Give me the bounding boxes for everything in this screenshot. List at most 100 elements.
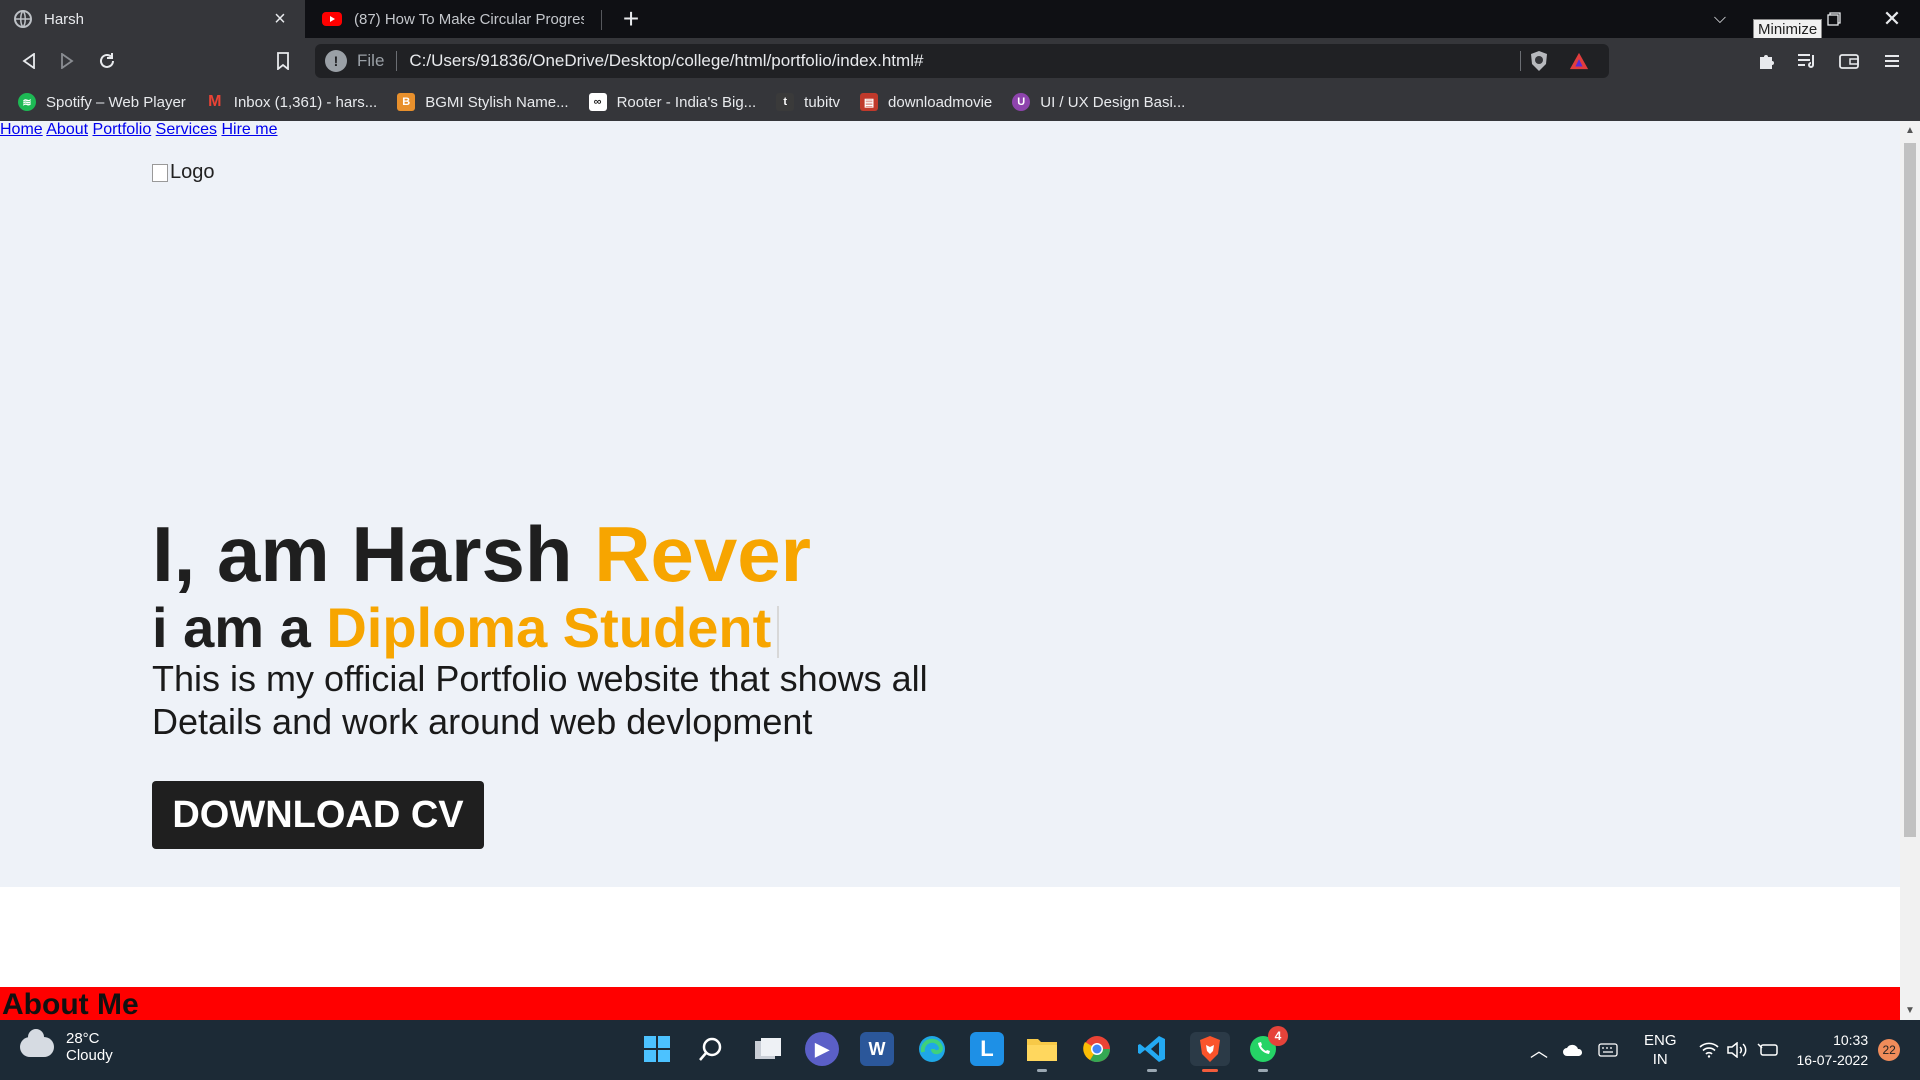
rooter-icon: ∞	[588, 93, 607, 111]
weather-widget[interactable]: 28°C Cloudy	[20, 1029, 113, 1064]
start-button[interactable]	[640, 1032, 674, 1066]
tab-search-chevron-icon[interactable]: ⌵	[1692, 0, 1748, 38]
active-indicator	[1202, 1069, 1218, 1072]
edge-icon[interactable]	[915, 1032, 949, 1066]
edge-logo	[919, 1036, 945, 1062]
bookmark-button[interactable]	[268, 46, 298, 76]
tubitv-icon: t	[776, 93, 795, 111]
tab-divider	[601, 10, 602, 30]
scrollbar-thumb[interactable]	[1904, 143, 1916, 837]
about-section-header: About Me	[0, 987, 1900, 1020]
volume-icon[interactable]	[1726, 1042, 1749, 1058]
clock[interactable]: 10:33 16-07-2022	[1797, 1030, 1869, 1070]
bgmi-icon: B	[397, 93, 416, 111]
bookmark-label: downloadmovie	[888, 93, 993, 111]
youtube-icon	[322, 12, 342, 26]
bookmark-icon	[277, 52, 289, 70]
running-indicator	[1037, 1069, 1047, 1072]
lang-code: ENG	[1644, 1032, 1677, 1049]
nav-services[interactable]: Services	[156, 121, 217, 138]
close-tab-icon[interactable]: ×	[269, 8, 291, 31]
notification-badge[interactable]: 22	[1878, 1039, 1901, 1061]
restore-button[interactable]	[1806, 0, 1862, 38]
weather-condition: Cloudy	[66, 1047, 113, 1064]
reload-icon	[100, 53, 114, 68]
bookmark-tubitv[interactable]: t tubitv	[776, 93, 840, 111]
extensions-button[interactable]	[1752, 46, 1782, 76]
scheme-label: File	[357, 51, 385, 70]
tab-youtube[interactable]: (87) How To Make Circular Progress Ba	[308, 0, 598, 38]
chevron-up-icon[interactable]: ︿	[1530, 1037, 1548, 1063]
brave-shield-icon[interactable]	[1529, 50, 1549, 72]
nav-hire-me[interactable]: Hire me	[221, 121, 277, 138]
nav-portfolio[interactable]: Portfolio	[93, 121, 152, 138]
onedrive-icon[interactable]	[1562, 1043, 1584, 1057]
close-window-button[interactable]: ✕	[1864, 0, 1920, 38]
teams-chat-icon[interactable]: ▶	[805, 1032, 839, 1066]
windows-taskbar: 28°C Cloudy ▶ W L 4 ︿ ENG IN 10:33 16-07…	[0, 1020, 1920, 1080]
keyboard-icon[interactable]	[1598, 1043, 1618, 1057]
whatsapp-badge: 4	[1268, 1026, 1288, 1046]
wallet-button[interactable]	[1834, 46, 1864, 76]
hero-section: Logo Home About Portfolio Services Hire …	[0, 121, 1900, 887]
folder-icon	[1027, 1039, 1057, 1061]
site-logo[interactable]: Logo	[152, 161, 215, 184]
forward-button[interactable]	[52, 46, 82, 76]
bookmark-gmail[interactable]: M Inbox (1,361) - hars...	[206, 93, 377, 111]
logo-alt-text: Logo	[170, 161, 215, 183]
cloud-icon	[20, 1029, 54, 1057]
windows-icon	[644, 1036, 670, 1062]
page-scrollbar[interactable]: ▲ ▼	[1900, 121, 1920, 1020]
tab-title: (87) How To Make Circular Progress Ba	[354, 10, 584, 28]
region-code: IN	[1652, 1051, 1668, 1068]
scroll-down-icon[interactable]: ▼	[1900, 1005, 1920, 1016]
bookmark-uiux[interactable]: U UI / UX Design Basi...	[1012, 93, 1185, 111]
media-controls-button[interactable]	[1792, 46, 1822, 76]
site-info-icon[interactable]: !	[325, 50, 347, 72]
chrome-logo	[1083, 1036, 1111, 1063]
hero-heading: I, am Harsh Rever	[152, 509, 811, 600]
search-button[interactable]	[694, 1032, 728, 1066]
language-indicator[interactable]: ENG IN	[1644, 1031, 1677, 1069]
bookmarks-bar: ≋ Spotify – Web Player M Inbox (1,361) -…	[0, 83, 1920, 121]
vscode-icon[interactable]	[1135, 1032, 1169, 1072]
brave-rewards-icon[interactable]	[1569, 50, 1589, 72]
weather-temp: 28°C	[66, 1030, 100, 1047]
bookmark-rooter[interactable]: ∞ Rooter - India's Big...	[588, 93, 756, 111]
tab-harsh[interactable]: Harsh ×	[0, 0, 305, 38]
download-cv-button[interactable]: DOWNLOAD CV	[152, 781, 484, 849]
lms-app-icon[interactable]: L	[970, 1032, 1004, 1066]
reload-button[interactable]	[92, 46, 122, 76]
word-icon[interactable]: W	[860, 1032, 894, 1066]
page-viewport: Logo Home About Portfolio Services Hire …	[0, 121, 1900, 1020]
globe-icon	[14, 10, 32, 28]
forward-arrow-icon	[61, 53, 74, 69]
wifi-icon[interactable]	[1698, 1042, 1719, 1058]
battery-charging-icon[interactable]	[1756, 1042, 1779, 1058]
nav-home[interactable]: Home	[0, 121, 43, 138]
scroll-up-icon[interactable]: ▲	[1900, 125, 1920, 136]
chrome-icon[interactable]	[1080, 1032, 1114, 1066]
typed-role: Diploma Student	[326, 596, 772, 659]
system-tray: ︿ ENG IN 10:33 16-07-2022 22	[1530, 1020, 1901, 1080]
brave-taskbar-icon[interactable]	[1190, 1032, 1230, 1072]
bookmark-downloadmovie[interactable]: ▤ downloadmovie	[860, 93, 992, 111]
new-tab-button[interactable]: +	[616, 4, 646, 34]
address-bar[interactable]: ! File C:/Users/91836/OneDrive/Desktop/c…	[315, 44, 1609, 78]
task-view-button[interactable]	[751, 1032, 785, 1066]
back-button[interactable]	[14, 46, 44, 76]
menu-button[interactable]	[1877, 46, 1907, 76]
hero-surname: Rever	[594, 510, 812, 598]
bookmark-spotify[interactable]: ≋ Spotify – Web Player	[18, 93, 186, 111]
puzzle-icon	[1760, 55, 1774, 69]
uiux-icon: U	[1012, 93, 1031, 111]
address-divider	[1520, 51, 1521, 71]
hamburger-icon	[1885, 55, 1899, 67]
bookmark-bgmi[interactable]: B BGMI Stylish Name...	[397, 93, 569, 111]
bookmark-label: Inbox (1,361) - hars...	[233, 93, 378, 111]
running-indicator	[1258, 1069, 1268, 1072]
nav-about[interactable]: About	[46, 121, 88, 138]
file-explorer-icon[interactable]	[1025, 1032, 1059, 1072]
whatsapp-icon[interactable]: 4	[1246, 1026, 1288, 1072]
url-text[interactable]: C:/Users/91836/OneDrive/Desktop/college/…	[409, 51, 1508, 71]
